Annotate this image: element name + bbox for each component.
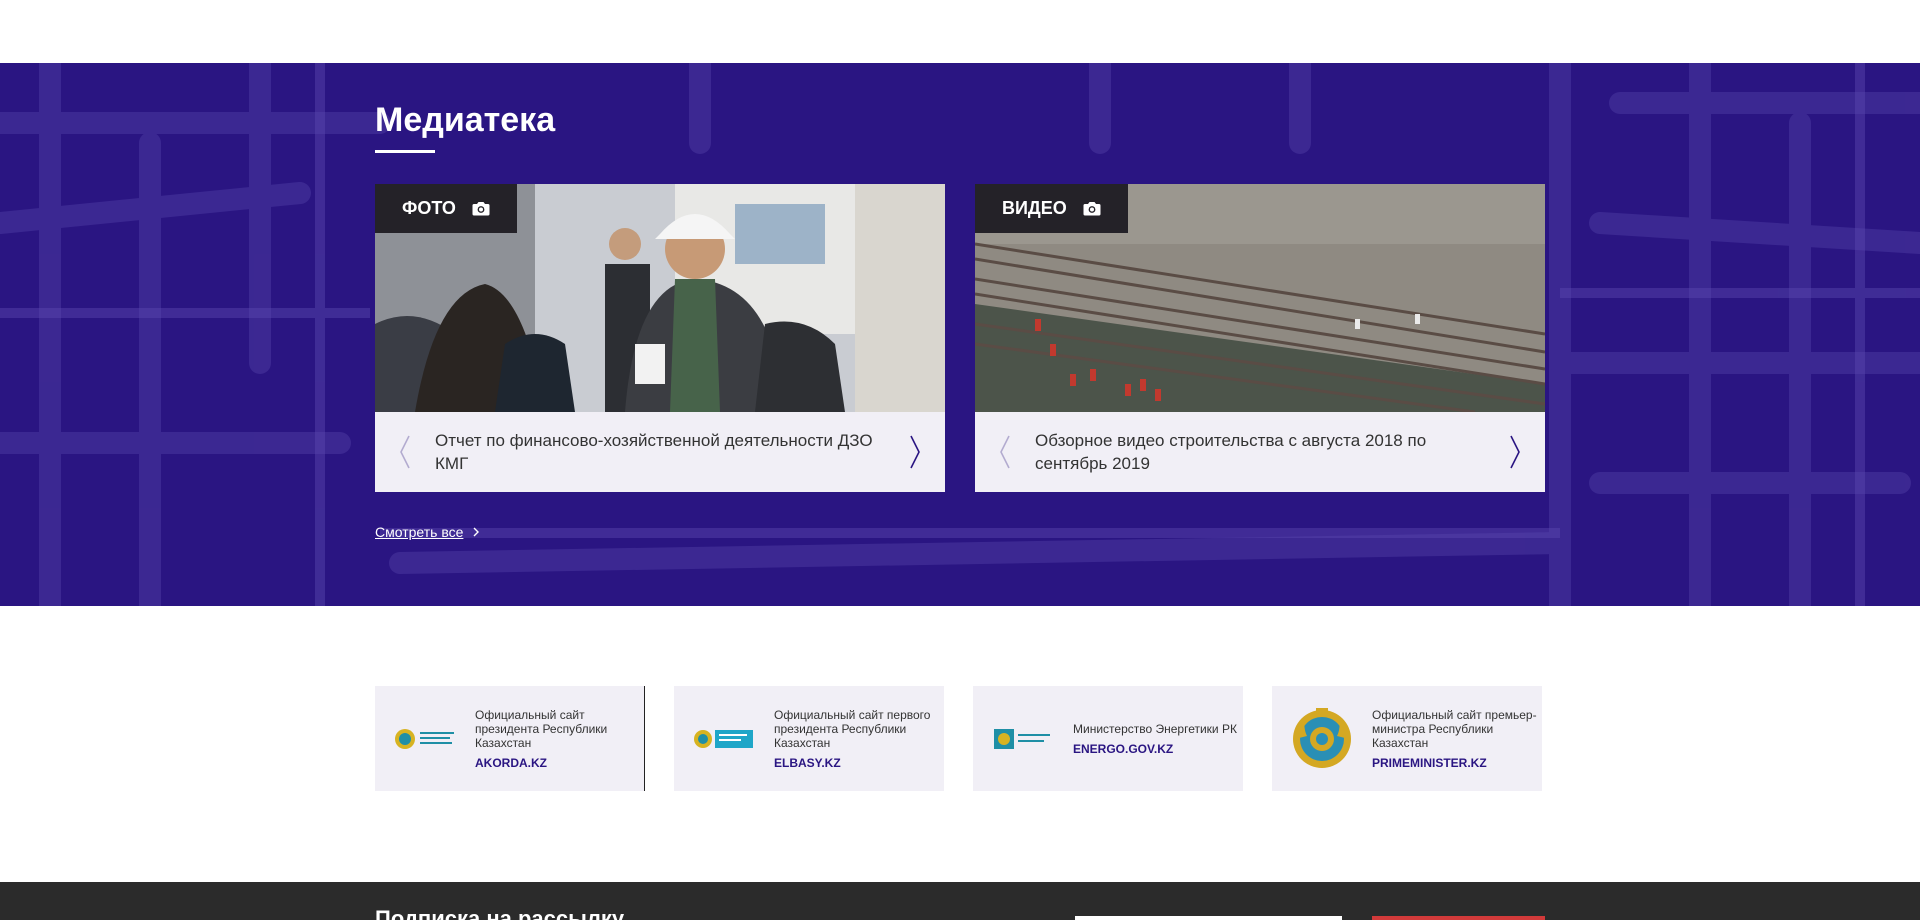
chevron-right-icon [1510, 435, 1520, 469]
video-caption-bar: Обзорное видео строительства с августа 2… [975, 412, 1545, 492]
subscribe-footer: Подписка на рассылку [0, 882, 1920, 920]
media-title: Медиатека [375, 101, 556, 139]
chevron-right-icon [910, 435, 920, 469]
chevron-left-icon [400, 435, 410, 469]
photo-caption[interactable]: Отчет по финансово-хозяйственной деятель… [435, 429, 885, 475]
photo-card[interactable]: ФОТО Отчет по финансово-хозяйственной де… [375, 184, 945, 492]
video-tag-label: ВИДЕО [1002, 198, 1067, 218]
partner-description: Министерство Энергетики РК [1073, 721, 1237, 736]
chevron-left-icon [1000, 435, 1010, 469]
partner-domain: PRIMEMINISTER.KZ [1372, 755, 1487, 770]
video-next-button[interactable] [1485, 412, 1545, 492]
partner-akorda[interactable]: Официальный сайт президента Республики К… [375, 686, 645, 791]
video-prev-button[interactable] [975, 412, 1035, 492]
media-section: Медиатека ФОТО Отчет по финансово-хозяйс… [0, 63, 1920, 606]
video-card[interactable]: ВИДЕО Обзорное видео строительства с авг… [975, 184, 1545, 492]
subscribe-button[interactable] [1372, 916, 1545, 920]
subscribe-title: Подписка на рассылку [375, 906, 625, 920]
partner-text: Официальный сайт президента Республики К… [475, 708, 645, 770]
partner-elbasy[interactable]: Официальный сайт первого президента Респ… [674, 686, 944, 791]
subscribe-email-input[interactable] [1075, 916, 1342, 920]
partner-primeminister[interactable]: Официальный сайт премьер-министра Респуб… [1272, 686, 1542, 791]
media-container: Медиатека ФОТО Отчет по финансово-хозяйс… [375, 63, 1545, 606]
photo-prev-button[interactable] [375, 412, 435, 492]
see-all-label: Смотреть все [375, 524, 464, 540]
partner-text: Официальный сайт премьер-министра Респуб… [1372, 708, 1542, 770]
partner-text: Официальный сайт первого президента Респ… [774, 708, 944, 770]
energo-logo [973, 686, 1073, 791]
photo-thumbnail[interactable]: ФОТО [375, 184, 945, 412]
page: Медиатека ФОТО Отчет по финансово-хозяйс… [0, 0, 1920, 920]
partner-domain: ENERGO.GOV.KZ [1073, 741, 1174, 756]
chevron-right-icon [473, 527, 480, 537]
camera-icon [1083, 202, 1101, 216]
partner-description: Официальный сайт первого президента Респ… [774, 707, 931, 750]
video-tag: ВИДЕО [975, 184, 1128, 233]
video-thumbnail[interactable]: ВИДЕО [975, 184, 1545, 412]
photo-caption-bar: Отчет по финансово-хозяйственной деятель… [375, 412, 945, 492]
photo-next-button[interactable] [885, 412, 945, 492]
partner-domain: AKORDA.KZ [475, 755, 547, 770]
title-underline [375, 150, 435, 153]
partner-description: Официальный сайт премьер-министра Респуб… [1372, 707, 1537, 750]
kazakhstan-emblem-logo [1272, 686, 1372, 791]
akorda-logo [375, 686, 475, 791]
partner-description: Официальный сайт президента Республики К… [475, 707, 608, 750]
video-caption[interactable]: Обзорное видео строительства с августа 2… [1035, 429, 1485, 475]
partner-domain: ELBASY.KZ [774, 755, 841, 770]
camera-icon [472, 202, 490, 216]
photo-tag: ФОТО [375, 184, 517, 233]
partner-energo[interactable]: Министерство Энергетики РК ENERGO.GOV.KZ [973, 686, 1243, 791]
partner-text: Министерство Энергетики РК ENERGO.GOV.KZ [1073, 722, 1243, 756]
elbasy-logo [674, 686, 774, 791]
see-all-link[interactable]: Смотреть все [375, 524, 480, 540]
photo-tag-label: ФОТО [402, 198, 456, 218]
